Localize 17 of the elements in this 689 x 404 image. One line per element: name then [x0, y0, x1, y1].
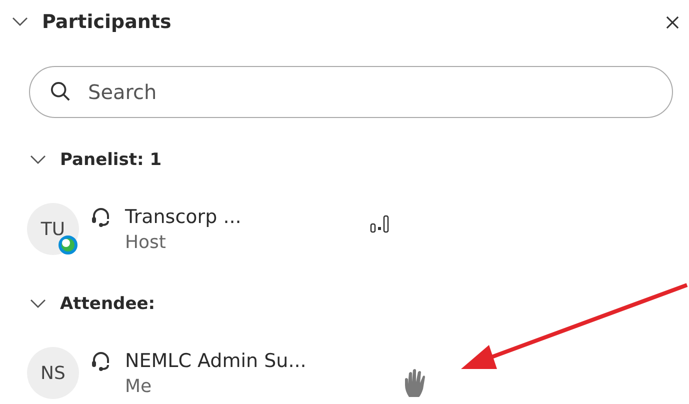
- participant-name: Transcorp ...: [125, 206, 242, 228]
- search-field[interactable]: Search: [29, 66, 673, 118]
- close-icon[interactable]: [666, 16, 679, 28]
- chevron-icon[interactable]: [12, 17, 28, 27]
- search-icon: [50, 81, 71, 102]
- headset-icon: [91, 206, 111, 228]
- section-title: Panelist: 1: [60, 150, 162, 170]
- chevron-icon[interactable]: [30, 299, 46, 309]
- participant-name: NEMLC Admin Su...: [125, 350, 308, 372]
- chevron-icon[interactable]: [30, 155, 46, 165]
- avatar: TU: [27, 203, 79, 255]
- participant-role: Host: [125, 232, 167, 252]
- avatar: NS: [27, 347, 79, 399]
- headset-icon: [91, 350, 111, 372]
- section-title: Attendee:: [60, 294, 156, 314]
- panel-title: Participants: [42, 11, 172, 33]
- participant-role: Me: [125, 376, 153, 396]
